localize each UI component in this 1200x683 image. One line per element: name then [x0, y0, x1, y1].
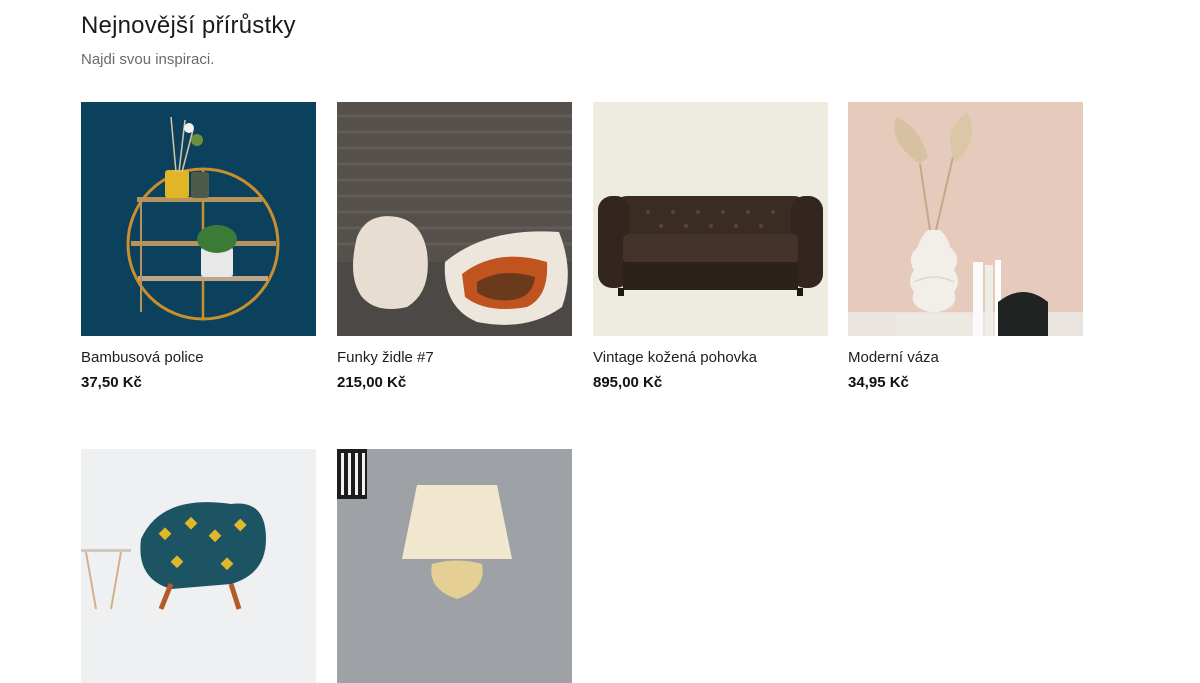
product-image-shelf[interactable] [81, 102, 316, 336]
product-card[interactable]: Funky židle #7 215,00 Kč [337, 102, 572, 391]
product-image-sofa[interactable] [593, 102, 828, 336]
product-image-armchair[interactable] [81, 449, 316, 683]
product-name[interactable]: Moderní váza [848, 349, 1083, 366]
product-card[interactable] [337, 449, 572, 683]
section-header: Nejnovější přírůstky Najdi svou inspirac… [81, 12, 296, 68]
product-name[interactable]: Bambusová police [81, 349, 316, 366]
product-card[interactable]: Bambusová police 37,50 Kč [81, 102, 316, 391]
product-image-vase[interactable] [848, 102, 1083, 336]
product-card[interactable]: Vintage kožená pohovka 895,00 Kč [593, 102, 828, 391]
product-name[interactable]: Vintage kožená pohovka [593, 349, 828, 366]
product-card[interactable]: Moderní váza 34,95 Kč [848, 102, 1083, 391]
product-price: 34,95 Kč [848, 374, 909, 391]
product-price: 37,50 Kč [81, 374, 142, 391]
section-title: Nejnovější přírůstky [81, 12, 296, 39]
product-price: 215,00 Kč [337, 374, 407, 391]
product-image-chairs[interactable] [337, 102, 572, 336]
product-name[interactable]: Funky židle #7 [337, 349, 572, 366]
product-image-lamp[interactable] [337, 449, 572, 683]
product-card[interactable] [81, 449, 316, 683]
section-subtitle: Najdi svou inspiraci. [81, 51, 215, 68]
product-price: 895,00 Kč [593, 374, 663, 391]
